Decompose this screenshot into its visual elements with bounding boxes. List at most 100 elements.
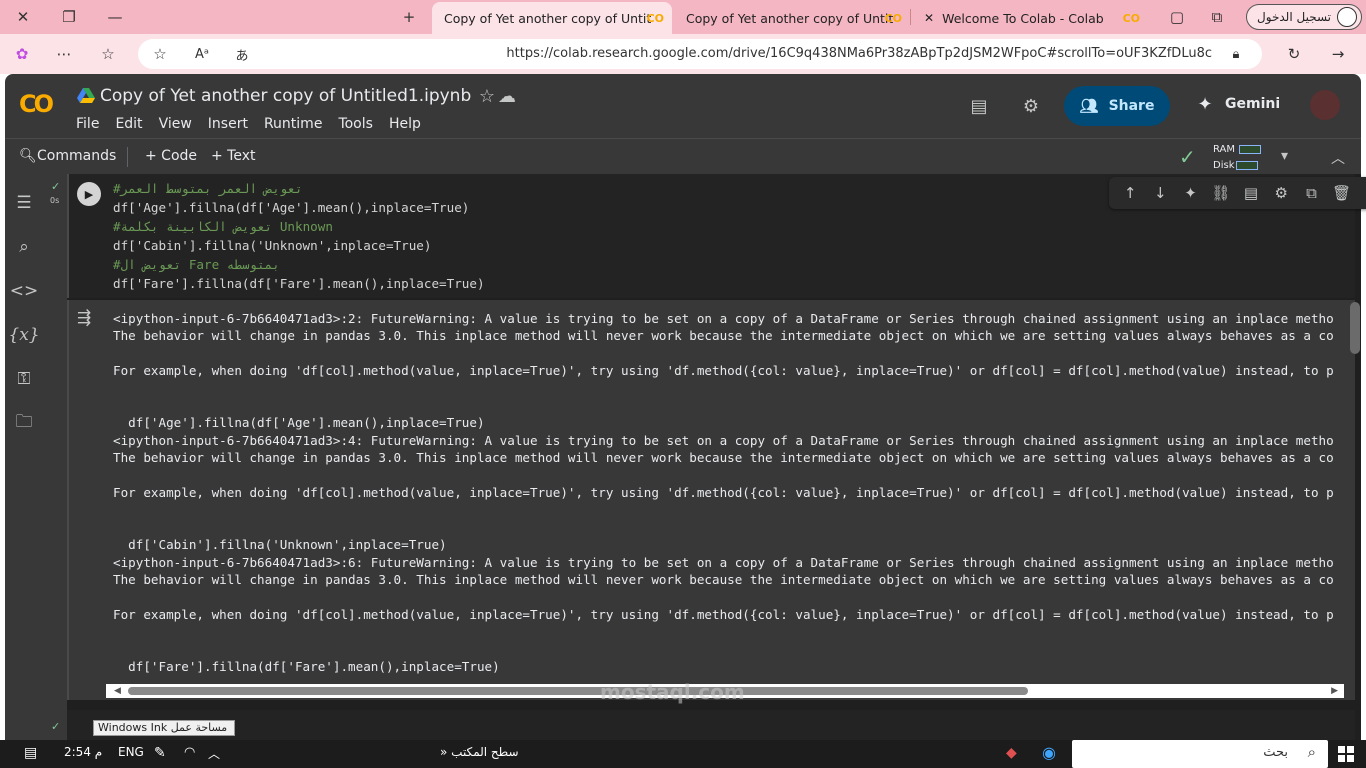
code-line: #تعويض ال Fare بمتوسطه (113, 257, 280, 272)
search-icon[interactable]: 🔍︎ (19, 148, 37, 164)
windows-start-icon[interactable] (1338, 746, 1354, 762)
language-indicator[interactable]: ENG (118, 745, 144, 759)
delete-icon[interactable]: 🗑︎ (1330, 184, 1354, 202)
tab-colab-copy-1[interactable]: Copy of Yet another copy of Untit CO (432, 2, 672, 34)
add-favorite-icon[interactable]: ☆ (148, 42, 172, 66)
disk-label: Disk (1213, 160, 1235, 171)
menu-bar: File Edit View Insert Runtime Tools Help (76, 116, 437, 132)
menu-file[interactable]: File (76, 116, 99, 132)
execution-check-icon: ✓ (51, 180, 61, 193)
workspaces-icon[interactable]: ⧉ (1194, 0, 1240, 34)
new-tab-icon[interactable]: + (386, 0, 432, 34)
pen-ink-icon[interactable]: ✎ (154, 745, 166, 761)
desktop-toolbar[interactable]: » سطح المكتب (440, 745, 519, 759)
signin-label: تسجيل الدخول (1257, 10, 1331, 24)
menu-tools[interactable]: Tools (338, 116, 373, 132)
show-hidden-icons-chevron-icon[interactable]: ︿ (208, 745, 220, 762)
taskbar-search[interactable]: بحث ⌕ (1072, 740, 1328, 768)
google-drive-icon (77, 88, 95, 103)
minimize-window-icon[interactable]: — (92, 0, 138, 34)
output-options-icon[interactable]: ⇶ (77, 308, 91, 328)
cell-settings-icon[interactable]: ⚙ (1269, 184, 1293, 202)
forward-icon[interactable]: → (1326, 42, 1350, 66)
menu-help[interactable]: Help (389, 116, 421, 132)
cell-toolbar: ↑ ↓ ✦ ⛓ ▤ ⚙ ⧉ 🗑︎ ⋮ (1109, 177, 1366, 209)
code-cell[interactable]: ▶ #تعويض العمر بمتوسط العمر df['Age'].fi… (67, 174, 1366, 298)
url-text: https://colab.research.google.com/drive/… (506, 46, 1212, 61)
menu-runtime[interactable]: Runtime (264, 116, 322, 132)
user-avatar[interactable] (1310, 90, 1340, 120)
connected-check-icon: ✓ (1179, 145, 1196, 169)
code-line: #تعويض العمر بمتوسط العمر (113, 181, 303, 196)
notebook-title[interactable]: Copy of Yet another copy of Untitled1.ip… (100, 86, 471, 106)
scroll-thumb[interactable] (128, 687, 1028, 695)
profile-avatar-icon (1337, 7, 1357, 27)
search-placeholder: بحث (1263, 745, 1288, 760)
address-bar-row: ✿ ⋯ ☆ ☆ Aᵃ あ https://colab.research.goog… (0, 34, 1366, 74)
cloud-saved-icon[interactable]: ☁ (495, 84, 519, 108)
tab-title: Copy of Yet another copy of Untit (686, 10, 894, 26)
scroll-left-icon[interactable]: ◀ (114, 684, 121, 698)
wifi-icon[interactable]: ◠ (184, 745, 195, 760)
close-window-icon[interactable]: ✕ (0, 0, 46, 34)
mirror-cell-icon[interactable]: ⧉ (1299, 184, 1323, 202)
ram-label: RAM (1213, 144, 1236, 155)
colab-favicon-icon: CO (884, 11, 902, 25)
link-icon[interactable]: ⛓ (1209, 184, 1233, 202)
add-text-button[interactable]: + Text (211, 148, 256, 164)
tab-welcome-colab[interactable]: ✕ Welcome To Colab - Colab CO (912, 2, 1148, 34)
comment-icon[interactable]: ▤ (1239, 184, 1263, 202)
next-code-cell[interactable] (67, 710, 1355, 740)
comments-icon[interactable]: ▤ (967, 94, 991, 118)
table-of-contents-icon[interactable]: ☰ (13, 192, 35, 214)
gemini-sparkle-icon[interactable]: ✦ (1193, 92, 1217, 116)
url-bar[interactable]: ☆ Aᵃ あ https://colab.research.google.com… (138, 39, 1262, 69)
scroll-right-icon[interactable]: ▶ (1331, 684, 1338, 698)
chevron-down-icon[interactable]: ▾ (1281, 148, 1288, 164)
add-code-button[interactable]: + Code (145, 148, 197, 164)
signin-button[interactable]: تسجيل الدخول (1246, 4, 1362, 30)
code-editor[interactable]: #تعويض العمر بمتوسط العمر df['Age'].fill… (113, 179, 485, 293)
restore-window-icon[interactable]: ❐ (46, 0, 92, 34)
close-tab-icon[interactable]: ✕ (924, 11, 934, 25)
resource-monitor[interactable]: RAM Disk (1213, 142, 1262, 174)
app-icon[interactable]: ◆ (1006, 745, 1017, 761)
translate-icon[interactable]: あ (230, 42, 254, 66)
copilot-icon[interactable]: ✿ (10, 42, 34, 66)
refresh-icon[interactable]: ↻ (1282, 42, 1306, 66)
move-up-icon[interactable]: ↑ (1118, 184, 1142, 202)
secrets-key-icon[interactable]: ⚿ (13, 368, 35, 390)
share-button[interactable]: 👥︎ Share (1064, 86, 1170, 126)
tab-title: Copy of Yet another copy of Untit (444, 10, 652, 26)
gemini-sparkle-icon[interactable]: ✦ (1179, 184, 1203, 202)
people-icon: 👥︎ (1079, 97, 1099, 115)
menu-insert[interactable]: Insert (208, 116, 248, 132)
code-line: df['Fare'].fillna(df['Fare'].mean(),inpl… (113, 276, 485, 291)
notebook-vertical-scrollbar[interactable] (1350, 302, 1360, 354)
move-down-icon[interactable]: ↓ (1148, 184, 1172, 202)
edge-browser-icon[interactable]: ◉ (1042, 743, 1056, 762)
code-line: #تعويض الكابينة بكلمة Unknown (113, 219, 333, 234)
windows-taskbar: ▤ 2:54 م ENG ✎ ◠ ︿ » سطح المكتب ◆ ◉ بحث … (0, 740, 1366, 768)
chevron-up-icon[interactable]: ︿ (1331, 148, 1345, 168)
find-replace-icon[interactable]: ⌕ (13, 236, 35, 258)
variables-icon[interactable]: {x} (8, 324, 39, 346)
tab-colab-copy-2[interactable]: Copy of Yet another copy of Untit CO (674, 2, 910, 34)
notifications-icon[interactable]: ▤ (24, 745, 37, 761)
code-snippets-icon[interactable]: <> (10, 280, 39, 302)
menu-view[interactable]: View (159, 116, 192, 132)
run-cell-button[interactable]: ▶ (77, 182, 101, 206)
left-sidebar: ☰ ⌕ <> {x} ⚿ 🗀 (5, 174, 43, 740)
commands-button[interactable]: Commands (37, 148, 116, 164)
favorites-icon[interactable]: ☆ (96, 42, 120, 66)
lock-icon[interactable]: 🔒︎ (1224, 42, 1248, 66)
settings-gear-icon[interactable]: ⚙ (1019, 94, 1043, 118)
menu-edit[interactable]: Edit (115, 116, 142, 132)
files-folder-icon[interactable]: 🗀 (13, 412, 35, 434)
gemini-button[interactable]: Gemini (1225, 96, 1280, 112)
colab-logo[interactable]: CO (19, 90, 54, 118)
more-options-icon[interactable]: ⋯ (52, 42, 76, 66)
more-vert-icon[interactable]: ⋮ (1360, 184, 1366, 202)
read-aloud-icon[interactable]: Aᵃ (190, 42, 214, 66)
clock[interactable]: 2:54 م (64, 745, 102, 759)
